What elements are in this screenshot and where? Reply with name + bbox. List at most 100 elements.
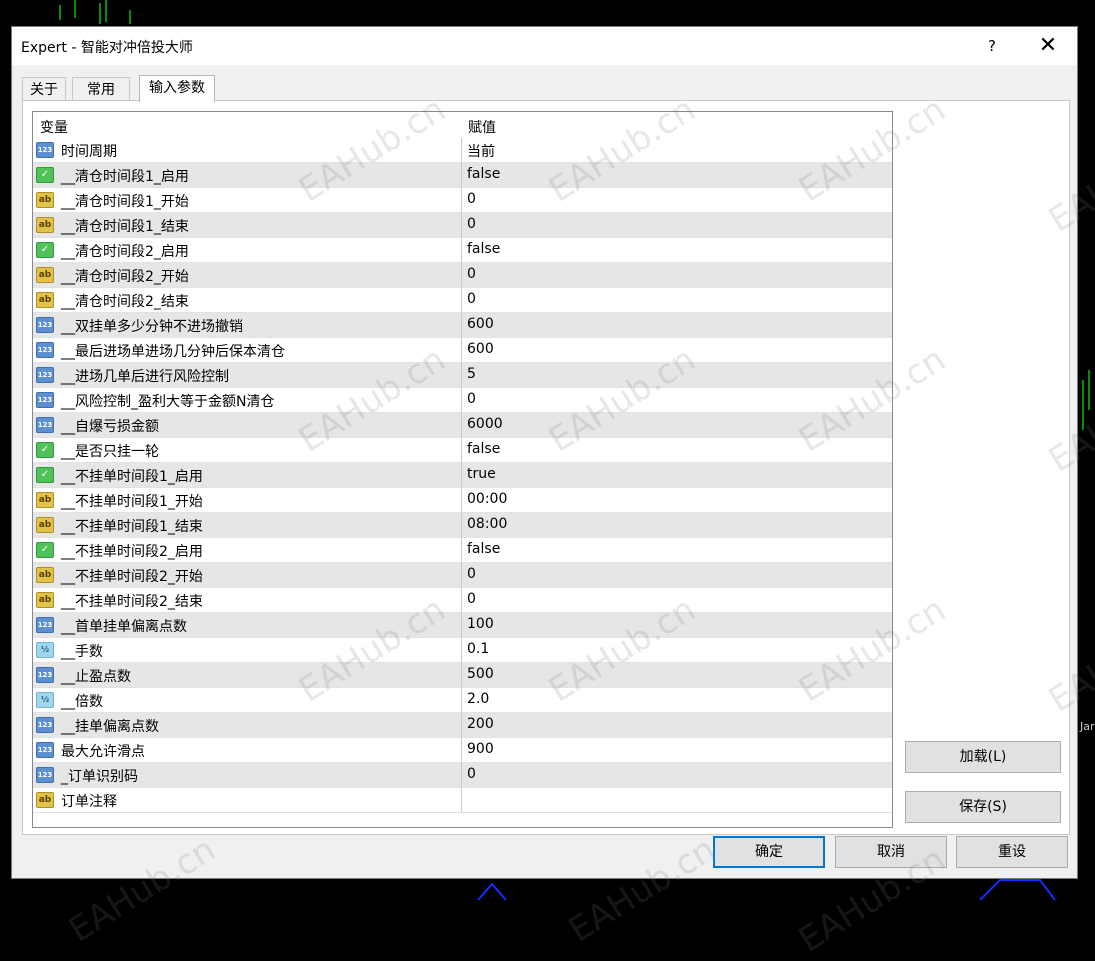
param-value[interactable]: 0 [467, 216, 476, 232]
param-name: __不挂单时间段1_开始 [61, 494, 203, 510]
ok-button[interactable]: 确定 [713, 836, 825, 868]
param-row[interactable]: 123 __进场几单后进行风险控制 5 [33, 363, 892, 388]
param-value[interactable]: 0 [467, 266, 476, 282]
param-value[interactable]: 0 [467, 566, 476, 582]
column-divider [461, 163, 462, 188]
param-row[interactable]: 123 __双挂单多少分钟不进场撤销 600 [33, 313, 892, 338]
reset-button[interactable]: 重设 [956, 836, 1068, 868]
integer-type-icon: 123 [36, 392, 54, 408]
help-button[interactable]: ? [972, 33, 1012, 59]
string-type-icon: ab [36, 592, 54, 608]
param-value[interactable]: 500 [467, 666, 494, 682]
param-row[interactable]: ab __不挂单时间段2_结束 0 [33, 588, 892, 613]
tab-about[interactable]: 关于 [22, 77, 66, 101]
param-value[interactable]: false [467, 241, 500, 257]
param-name: __清仓时间段1_开始 [61, 194, 189, 210]
param-row[interactable]: ab 订单注释 [33, 788, 892, 813]
param-row[interactable]: 123 __最后进场单进场几分钟后保本清仓 600 [33, 338, 892, 363]
column-divider [461, 263, 462, 288]
string-type-icon: ab [36, 192, 54, 208]
column-divider [461, 663, 462, 688]
string-type-icon: ab [36, 567, 54, 583]
column-divider [461, 538, 462, 563]
column-divider [461, 413, 462, 438]
param-row[interactable]: ½ __手数 0.1 [33, 638, 892, 663]
column-divider [461, 563, 462, 588]
param-row[interactable]: ½ __倍数 2.0 [33, 688, 892, 713]
param-value[interactable]: 600 [467, 341, 494, 357]
integer-type-icon: 123 [36, 767, 54, 783]
column-divider [461, 288, 462, 313]
param-row[interactable]: 123 时间周期 当前 [33, 138, 892, 163]
param-value[interactable]: 100 [467, 616, 494, 632]
param-row[interactable]: ab __清仓时间段1_结束 0 [33, 213, 892, 238]
param-value[interactable]: 6000 [467, 416, 503, 432]
string-type-icon: ab [36, 492, 54, 508]
param-row[interactable]: ab __清仓时间段2_开始 0 [33, 263, 892, 288]
param-row[interactable]: ✓ __是否只挂一轮 false [33, 438, 892, 463]
param-row[interactable]: ✓ __不挂单时间段2_启用 false [33, 538, 892, 563]
param-value[interactable]: 08:00 [467, 516, 507, 532]
grid-header: 变量 赋值 [33, 112, 892, 139]
param-name: __止盈点数 [61, 669, 131, 685]
param-row[interactable]: ab __不挂单时间段1_开始 00:00 [33, 488, 892, 513]
header-variable[interactable]: 变量 [40, 117, 68, 137]
boolean-type-icon: ✓ [36, 167, 54, 183]
close-button[interactable]: ✕ [1028, 33, 1068, 59]
integer-type-icon: 123 [36, 667, 54, 683]
param-row[interactable]: ab __清仓时间段1_开始 0 [33, 188, 892, 213]
param-name: __不挂单时间段1_结束 [61, 519, 203, 535]
tab-common[interactable]: 常用 [72, 77, 130, 101]
save-button[interactable]: 保存(S) [905, 791, 1061, 823]
param-row[interactable]: ✓ __不挂单时间段1_启用 true [33, 463, 892, 488]
integer-type-icon: 123 [36, 717, 54, 733]
param-value[interactable]: 0 [467, 391, 476, 407]
param-row[interactable]: 123 __首单挂单偏离点数 100 [33, 613, 892, 638]
param-row[interactable]: 123 __风险控制_盈利大等于金额N清仓 0 [33, 388, 892, 413]
param-value[interactable]: 2.0 [467, 691, 489, 707]
integer-type-icon: 123 [36, 342, 54, 358]
load-button[interactable]: 加载(L) [905, 741, 1061, 773]
param-value[interactable]: true [467, 466, 496, 482]
column-divider [461, 788, 462, 813]
param-name: __进场几单后进行风险控制 [61, 369, 229, 385]
param-value[interactable]: 00:00 [467, 491, 507, 507]
column-divider [461, 738, 462, 763]
column-divider [461, 613, 462, 638]
param-value[interactable]: false [467, 166, 500, 182]
cancel-button[interactable]: 取消 [835, 836, 947, 868]
param-name: __不挂单时间段1_启用 [61, 469, 203, 485]
param-value[interactable]: 600 [467, 316, 494, 332]
column-divider [461, 488, 462, 513]
param-value[interactable]: 0 [467, 191, 476, 207]
param-row[interactable]: ✓ __清仓时间段2_启用 false [33, 238, 892, 263]
header-value[interactable]: 赋值 [468, 117, 496, 137]
param-row[interactable]: 123 最大允许滑点 900 [33, 738, 892, 763]
param-value[interactable]: 5 [467, 366, 476, 382]
param-row[interactable]: 123 __止盈点数 500 [33, 663, 892, 688]
param-name: __不挂单时间段2_结束 [61, 594, 203, 610]
param-value[interactable]: 200 [467, 716, 494, 732]
column-divider [461, 588, 462, 613]
param-row[interactable]: ab __清仓时间段2_结束 0 [33, 288, 892, 313]
param-value[interactable]: 0 [467, 766, 476, 782]
param-row[interactable]: ab __不挂单时间段1_结束 08:00 [33, 513, 892, 538]
param-name: __清仓时间段2_开始 [61, 269, 189, 285]
param-value[interactable]: false [467, 541, 500, 557]
param-name: __最后进场单进场几分钟后保本清仓 [61, 344, 285, 360]
param-name: __挂单偏离点数 [61, 719, 159, 735]
string-type-icon: ab [36, 292, 54, 308]
param-value[interactable]: 900 [467, 741, 494, 757]
param-value[interactable]: false [467, 441, 500, 457]
param-name: __双挂单多少分钟不进场撤销 [61, 319, 243, 335]
param-row[interactable]: 123 __挂单偏离点数 200 [33, 713, 892, 738]
param-row[interactable]: 123 _订单识别码 0 [33, 763, 892, 788]
param-row[interactable]: ✓ __清仓时间段1_启用 false [33, 163, 892, 188]
param-row[interactable]: ab __不挂单时间段2_开始 0 [33, 563, 892, 588]
param-value[interactable]: 0.1 [467, 641, 489, 657]
param-value[interactable]: 0 [467, 291, 476, 307]
tab-inputs[interactable]: 输入参数 [139, 75, 215, 102]
param-value[interactable]: 0 [467, 591, 476, 607]
param-row[interactable]: 123 __自爆亏损金额 6000 [33, 413, 892, 438]
param-value[interactable]: 当前 [467, 141, 495, 161]
